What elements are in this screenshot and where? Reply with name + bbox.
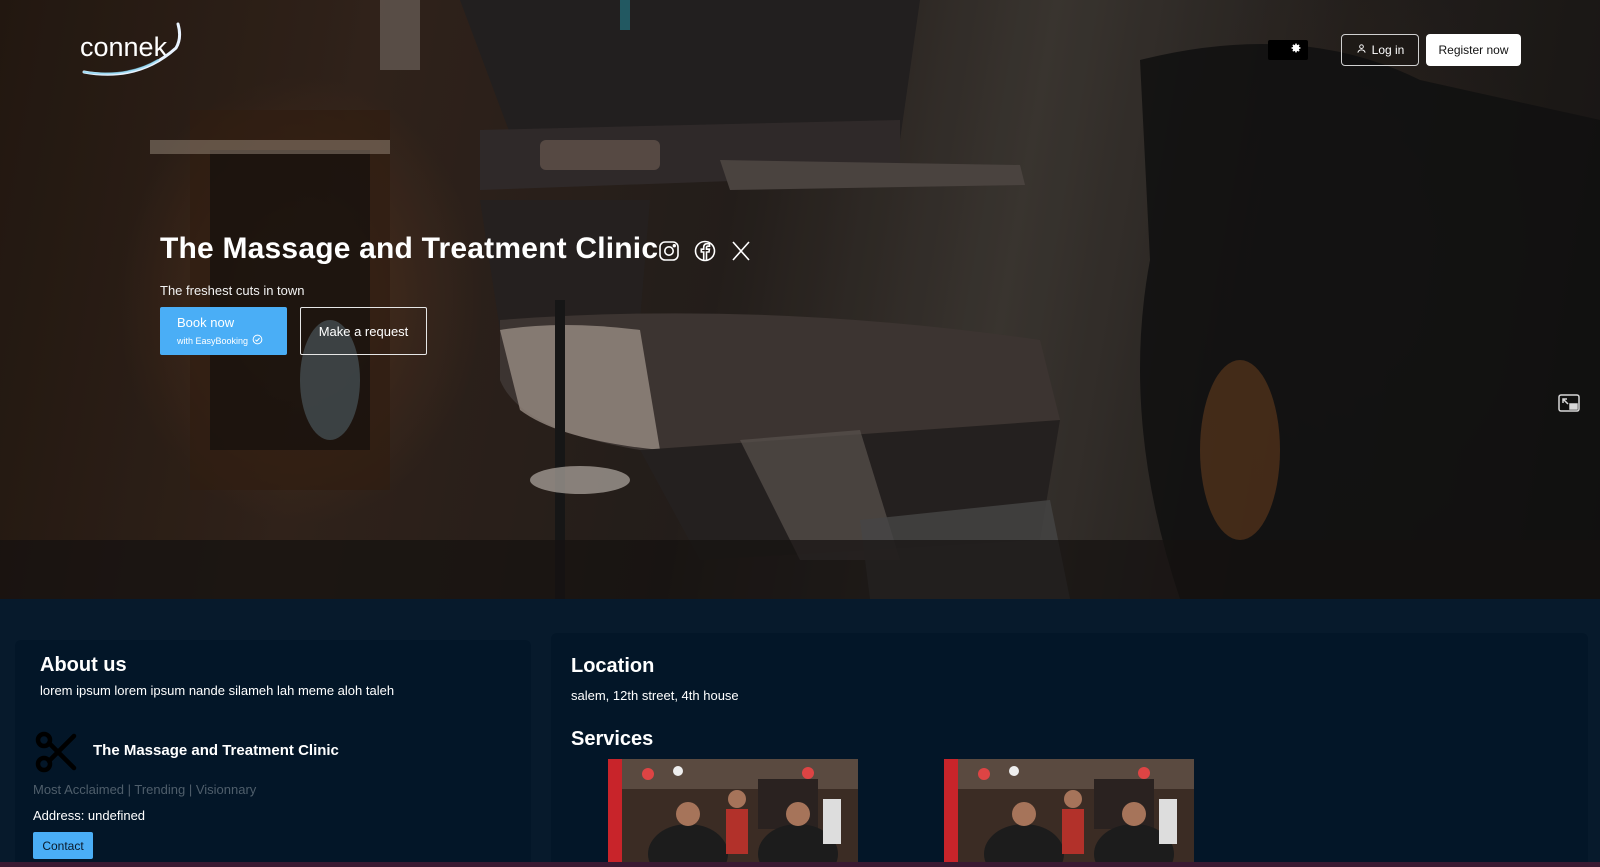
scissors-icon [34,730,78,774]
hero-banner: connek Log in Register now The Massage a… [0,0,1600,599]
about-heading: About us [40,654,127,676]
tagline: The freshest cuts in town [160,283,305,298]
location-card: Location salem, 12th street, 4th house S… [551,633,1588,867]
services-heading: Services [571,728,654,750]
gear-icon [1290,41,1302,59]
make-request-button[interactable]: Make a request [300,307,427,355]
book-now-button[interactable]: Book now with EasyBooking [160,307,287,355]
connek-logo[interactable]: connek [78,20,190,80]
location-address: salem, 12th street, 4th house [571,688,739,703]
book-now-label: Book now [177,315,235,330]
page-title: The Massage and Treatment Clinic [160,232,659,265]
svg-text:connek: connek [80,32,168,62]
user-icon [1356,43,1367,57]
page-bottom-edge [0,862,1600,867]
picture-in-picture-icon[interactable] [1558,394,1580,412]
easybooking-label: with EasyBooking [177,334,270,347]
instagram-icon[interactable] [657,239,681,263]
about-description: lorem ipsum lorem ipsum nande silameh la… [40,683,395,698]
x-icon[interactable] [729,239,753,263]
theme-toggle[interactable] [1268,40,1308,60]
location-heading: Location [571,655,655,677]
business-tags: Most Acclaimed | Trending | Visionnary [33,782,257,797]
service-image[interactable] [608,759,858,867]
hero-overlay [0,0,1600,599]
about-card: About us lorem ipsum lorem ipsum nande s… [15,640,531,867]
register-button[interactable]: Register now [1426,34,1521,66]
login-label: Log in [1371,43,1405,57]
social-links [657,239,753,263]
business-address: Address: undefined [33,808,146,823]
contact-button[interactable]: Contact [33,832,93,859]
check-circle-icon [252,334,263,347]
login-button[interactable]: Log in [1341,34,1419,66]
service-image[interactable] [944,759,1194,867]
business-name: The Massage and Treatment Clinic [93,742,339,759]
facebook-icon[interactable] [693,239,717,263]
